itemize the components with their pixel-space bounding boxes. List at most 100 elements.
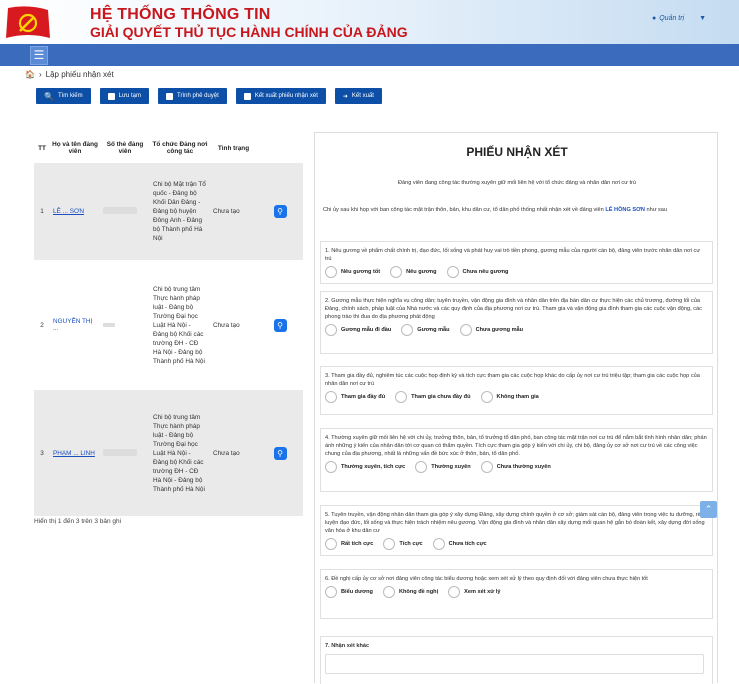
toolbar: 🔍 Tìm kiếm Lưu tạm Trình phê duyệt Kết xu… [36, 88, 382, 104]
option-radio[interactable]: Biểu dương [325, 586, 373, 598]
party-flag-icon [6, 6, 50, 39]
radio-icon [401, 324, 414, 336]
question-6: 6. Đề nghị cấp ủy cơ sở nơi đảng viên cô… [320, 569, 713, 619]
question-2: 2. Gương mẫu thực hiện nghĩa vụ công dân… [320, 291, 713, 354]
radio-icon [446, 266, 459, 278]
save-icon [166, 92, 173, 100]
scroll-to-top-button[interactable]: ⌃ [700, 501, 717, 518]
question-text: 1. Nêu gương về phẩm chất chính trị, đạo… [325, 248, 701, 262]
option-label: Tham gia đầy đủ [341, 394, 386, 400]
cell-name[interactable]: PHẠM ... LINH [50, 390, 100, 516]
option-radio[interactable]: Chưa nêu gương [446, 266, 508, 278]
export-icon: ➜ [342, 93, 348, 100]
option-radio[interactable]: Nêu gương [390, 266, 437, 278]
radio-icon [325, 586, 337, 598]
radio-icon [395, 391, 408, 403]
option-radio[interactable]: Tham gia đầy đủ [325, 391, 385, 403]
option-radio[interactable]: Chưa thường xuyên [480, 461, 551, 473]
view-button[interactable]: ⚲ [273, 205, 287, 218]
option-radio[interactable]: Gương mẫu [401, 324, 450, 336]
question-7: 7. Nhận xét khác [320, 636, 713, 684]
option-radio[interactable]: Rất tích cực [325, 538, 373, 550]
submit-approval-button[interactable]: Trình phê duyệt [158, 88, 227, 104]
radio-icon [382, 586, 395, 598]
question-5: 5. Tuyên truyền, vận động nhân dân tham … [320, 505, 713, 556]
radio-icon [415, 461, 428, 473]
save-button[interactable]: Lưu tạm [99, 88, 149, 104]
redacted-card [103, 322, 115, 327]
option-label: Biểu dương [341, 589, 373, 595]
col-name: Họ và tên đảng viên [50, 133, 100, 163]
radio-icon [432, 538, 445, 550]
user-label: Quản trị [659, 15, 685, 22]
option-radio[interactable]: Thường xuyên, tích cực [325, 461, 405, 473]
table-record-count: Hiển thị 1 đến 3 trên 3 bản ghi [34, 518, 122, 525]
option-radio[interactable]: Không đề nghị [382, 586, 438, 598]
intro-member-name: LÊ HỒNG SƠN [605, 207, 645, 213]
option-radio[interactable]: Nêu gương tốt [325, 266, 380, 278]
option-label: Không tham gia [496, 394, 539, 400]
table-row: 1 LÊ ... SƠN Chi bộ Mặt trận Tổ quốc - Đ… [34, 163, 303, 260]
radio-icon [325, 538, 337, 550]
option-label: Thường xuyên [431, 464, 471, 470]
cell-org: Chi bộ trung tâm Thực hành pháp luật - Đ… [150, 390, 210, 516]
cell-tt: 1 [34, 163, 50, 260]
breadcrumb-current: Lập phiếu nhận xét [45, 70, 114, 79]
view-button[interactable]: ⚲ [273, 446, 287, 460]
user-menu[interactable]: ● Quản trị ▼ [652, 15, 706, 22]
redacted-card [103, 448, 137, 456]
export-form-button[interactable]: Kết xuất phiếu nhận xét [235, 88, 326, 104]
view-button[interactable]: ⚲ [273, 318, 287, 332]
option-label: Gương mẫu đi đầu [341, 327, 392, 333]
option-radio[interactable]: Xem xét xử lý [448, 586, 501, 598]
option-label: Tham gia chưa đầy đủ [411, 394, 471, 400]
option-radio[interactable]: Chưa gương mẫu [459, 324, 523, 336]
other-comment-input[interactable] [325, 654, 704, 674]
option-radio[interactable]: Không tham gia [480, 391, 539, 403]
question-text: 5. Tuyên truyền, vận động nhân dân tham … [325, 512, 705, 534]
redacted-card [103, 207, 137, 214]
hamburger-icon: ☰ [33, 48, 45, 62]
option-radio[interactable]: Gương mẫu đi đầu [325, 324, 391, 336]
export-button[interactable]: ➜ Kết xuất [334, 88, 382, 104]
question-4: 4. Thường xuyên giữ mối liên hệ với chi … [320, 428, 713, 492]
option-label: Xem xét xử lý [464, 589, 501, 595]
hamburger-menu-button[interactable]: ☰ [30, 46, 48, 65]
member-name-link[interactable]: PHẠM ... LINH [53, 450, 95, 457]
form-title: PHIẾU NHẬN XÉT [466, 145, 568, 159]
app-header: HỆ THỐNG THÔNG TIN GIẢI QUYẾT THỦ TỤC HÀ… [0, 0, 739, 44]
cell-name[interactable]: LÊ ... SƠN [50, 163, 100, 260]
option-label: Chưa thường xuyên [496, 464, 551, 470]
radio-icon [325, 391, 337, 403]
cell-action: ⚲ [257, 163, 303, 260]
cell-status: Chưa tạo [210, 260, 257, 390]
radio-icon [480, 461, 493, 473]
cell-org: Chi bộ Mặt trận Tổ quốc - Đảng bộ Khối D… [150, 163, 210, 260]
option-label: Rất tích cực [341, 541, 374, 547]
member-name-link[interactable]: LÊ ... SƠN [53, 208, 84, 215]
radio-icon [390, 266, 403, 278]
option-label: Gương mẫu [417, 327, 450, 333]
option-radio[interactable]: Chưa tích cực [432, 538, 487, 550]
cell-tt: 3 [34, 390, 50, 516]
search-button[interactable]: 🔍 Tìm kiếm [36, 88, 91, 104]
cell-action: ⚲ [257, 260, 303, 390]
cell-tt: 2 [34, 260, 50, 390]
option-radio[interactable]: Thường xuyên [415, 461, 471, 473]
option-radio[interactable]: Tham gia chưa đầy đủ [395, 391, 471, 403]
cell-name[interactable]: NGUYỄN THỊ ... [50, 260, 100, 390]
breadcrumb: 🏠 › Lập phiếu nhận xét [25, 70, 114, 79]
export-label: Kết xuất [351, 93, 374, 99]
option-radio[interactable]: Tích cực [383, 538, 423, 550]
submit-button-label: Trình phê duyệt [177, 93, 219, 99]
cell-card [100, 390, 150, 516]
app-title-line1: HỆ THỐNG THÔNG TIN [90, 6, 271, 23]
home-icon[interactable]: 🏠 [25, 70, 35, 79]
radio-icon [325, 324, 337, 336]
col-org: Tổ chức Đảng nơi công tác [150, 133, 210, 163]
intro-prefix: Chi ủy sau khi họp với ban công tác mặt … [323, 207, 604, 213]
cell-org: Chi bộ trung tâm Thực hành pháp luật - Đ… [150, 260, 210, 390]
evaluation-form: PHIẾU NHẬN XÉT Đảng viên đang công tác t… [314, 132, 718, 684]
form-intro: Chi ủy sau khi họp với ban công tác mặt … [323, 206, 715, 214]
member-name-link[interactable]: NGUYỄN THỊ ... [53, 318, 92, 332]
